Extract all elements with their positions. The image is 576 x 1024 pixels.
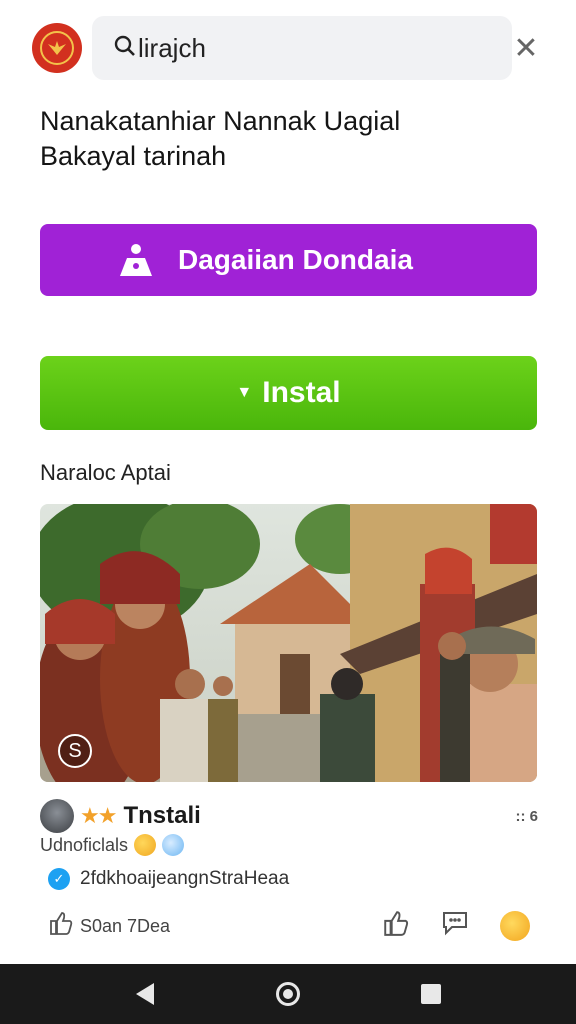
cool-emoji-icon bbox=[162, 834, 185, 856]
header: ✕ bbox=[32, 16, 544, 80]
comment-icon[interactable] bbox=[440, 909, 470, 944]
post-meta: ★★ Tnstali :: 6 bbox=[40, 798, 538, 834]
avatar[interactable] bbox=[40, 799, 74, 833]
back-icon[interactable] bbox=[136, 983, 154, 1005]
post-link-row[interactable]: ✓ 2fdkhoaijeangnStraHeaa bbox=[48, 866, 289, 892]
install-label: Instal bbox=[262, 376, 341, 409]
section-heading: Naraloc Aptai bbox=[40, 460, 171, 485]
post-author[interactable]: Tnstali bbox=[123, 802, 200, 830]
post-count: :: 6 bbox=[515, 807, 539, 825]
home-icon[interactable] bbox=[276, 982, 300, 1006]
media-badge-icon: S bbox=[58, 734, 92, 768]
search-icon bbox=[114, 33, 136, 64]
primary-action-button[interactable]: Dagaiian Dondaia bbox=[40, 224, 537, 296]
caret-down-icon: ▼ bbox=[236, 384, 253, 401]
smile-emoji-icon bbox=[134, 834, 157, 856]
close-icon[interactable]: ✕ bbox=[508, 30, 544, 66]
thumbs-up-icon[interactable] bbox=[382, 909, 410, 944]
post-subtitle-row: Udnoficlals bbox=[40, 832, 185, 858]
like-label: S0an 7Dea bbox=[80, 915, 171, 936]
reaction-buttons bbox=[352, 909, 530, 944]
post-link-text[interactable]: 2fdkhoaijeangnStraHeaa bbox=[80, 868, 289, 890]
install-button[interactable]: ▼ Instal bbox=[40, 356, 537, 430]
post-actions: S0an 7Dea bbox=[48, 906, 530, 946]
star-rating-icon: ★★ bbox=[80, 803, 117, 828]
recent-apps-icon[interactable] bbox=[421, 984, 441, 1004]
garuda-emblem-icon bbox=[40, 31, 74, 65]
app-logo[interactable] bbox=[32, 23, 82, 73]
post-subtitle: Udnoficlals bbox=[40, 834, 129, 855]
laugh-emoji-icon[interactable] bbox=[500, 911, 530, 941]
primary-action-label: Dagaiian Dondaia bbox=[178, 244, 413, 275]
like-icon[interactable] bbox=[48, 910, 74, 943]
title-line-2: Bakayal tarinah bbox=[40, 141, 227, 171]
system-nav-bar bbox=[0, 964, 576, 1024]
person-icon bbox=[116, 240, 156, 280]
twitter-bird-icon: ✓ bbox=[48, 868, 70, 890]
search-bar[interactable] bbox=[92, 16, 512, 80]
feed-photo[interactable]: S bbox=[40, 504, 537, 782]
title-line-1: Nanakatanhiar Nannak Uagial bbox=[40, 106, 401, 136]
page-title: Nanakatanhiar Nannak Uagial Bakayal tari… bbox=[40, 104, 538, 174]
app-screen: ✕ Nanakatanhiar Nannak Uagial Bakayal ta… bbox=[8, 0, 568, 964]
search-input[interactable] bbox=[138, 32, 438, 64]
